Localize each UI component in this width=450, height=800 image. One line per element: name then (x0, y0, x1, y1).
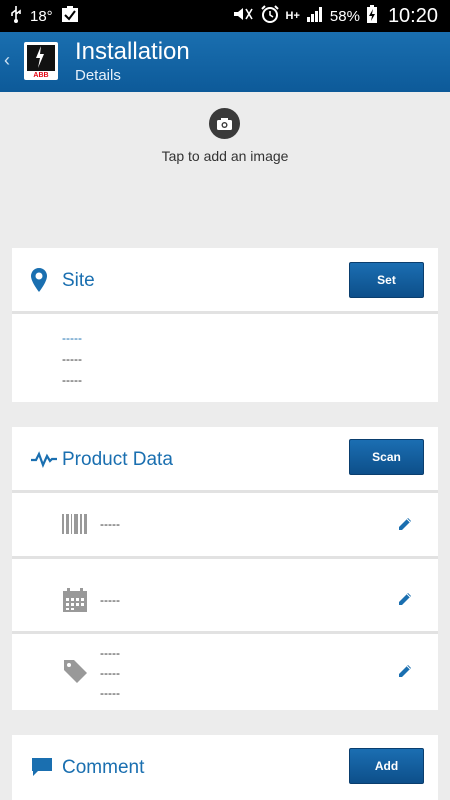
battery-percent: 58% (329, 7, 360, 25)
back-chevron-icon[interactable]: ‹ (4, 50, 10, 71)
location-pin-icon (31, 268, 47, 292)
clock-time: 10:20 (387, 4, 438, 27)
page-subtitle: Details (75, 67, 121, 84)
add-comment-button[interactable]: Add (349, 748, 424, 784)
logo-text: ABB (33, 72, 49, 79)
status-bar: 18° H+ 58% 10:20 (0, 0, 450, 32)
site-line-1: ----- (62, 331, 82, 345)
barcode-value: ----- (100, 517, 120, 531)
comment-title: Comment (62, 757, 145, 778)
tag-line-1: ----- (100, 646, 120, 660)
tag-line-3: ----- (100, 686, 120, 700)
camera-icon (217, 117, 232, 130)
usb-icon (10, 5, 22, 27)
page-title: Installation (75, 38, 190, 65)
add-image-hint[interactable]: Tap to add an image (0, 148, 450, 164)
comment-bubble-icon (32, 758, 52, 776)
pulse-icon (31, 451, 57, 468)
camera-button[interactable] (209, 108, 240, 139)
tag-line-2: ----- (100, 666, 120, 680)
temperature-text: 18° (30, 7, 53, 25)
checklist-icon (61, 5, 79, 27)
action-bar: ‹ ABB Installation Details (0, 32, 450, 92)
mute-icon (232, 5, 254, 27)
lightning-icon (36, 46, 44, 68)
calendar-icon (63, 588, 87, 612)
product-data-title: Product Data (62, 449, 173, 470)
scan-button[interactable]: Scan (349, 439, 424, 475)
network-type-text: H+ (285, 10, 300, 22)
site-title: Site (62, 270, 95, 291)
date-value: ----- (100, 593, 120, 607)
app-logo[interactable]: ABB (24, 42, 58, 80)
signal-icon (306, 6, 324, 26)
alarm-icon (260, 4, 280, 28)
edit-pencil-icon[interactable] (397, 663, 413, 679)
edit-pencil-icon[interactable] (397, 516, 413, 532)
barcode-icon (62, 514, 87, 534)
battery-charging-icon (366, 4, 378, 28)
site-line-2: ----- (62, 352, 82, 366)
tag-icon (64, 660, 87, 683)
site-line-3: ----- (62, 373, 82, 387)
set-site-button[interactable]: Set (349, 262, 424, 298)
edit-pencil-icon[interactable] (397, 591, 413, 607)
